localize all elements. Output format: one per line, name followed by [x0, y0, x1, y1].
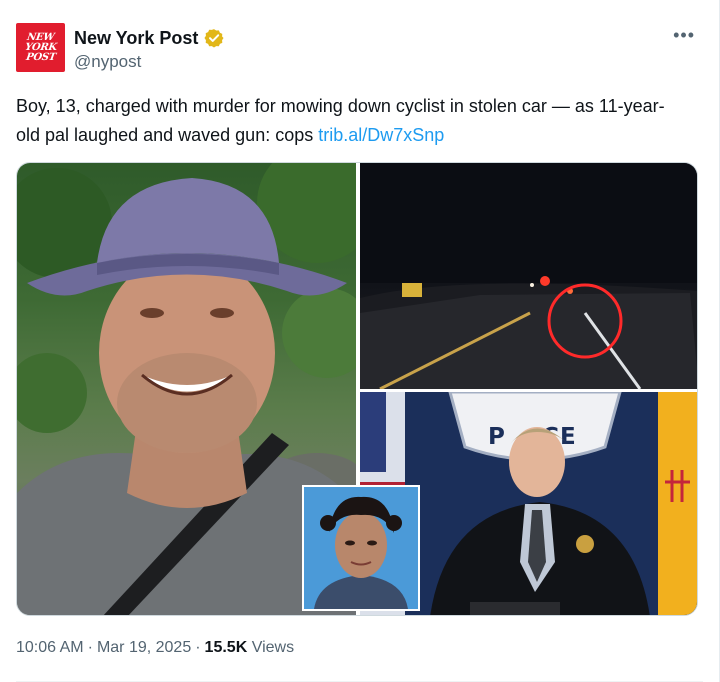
verified-badge-icon [204, 28, 224, 48]
separator: · [87, 639, 93, 656]
user-handle[interactable]: @nypost [74, 52, 141, 72]
display-name[interactable]: New York Post [74, 27, 198, 49]
views-label: Views [251, 639, 295, 656]
author-row: New York Post [74, 27, 224, 49]
more-icon[interactable]: ••• [673, 26, 695, 44]
svg-text:P: P [488, 424, 505, 450]
avatar[interactable]: NEW YORK POST [16, 23, 65, 72]
svg-text:E: E [560, 424, 576, 450]
tweet-time[interactable]: 10:06 AM [16, 639, 84, 656]
night-road-dashcam-photo[interactable] [360, 163, 697, 389]
tweet-meta: 10:06 AM · Mar 19, 2025 · 15.5K Views [16, 636, 294, 660]
separator: · [195, 639, 201, 656]
mugshot-inset-photo[interactable] [302, 485, 420, 611]
tweet-link[interactable]: trib.al/Dw7xSnp [318, 125, 444, 145]
avatar-line-3: POST [24, 52, 57, 63]
tweet-card: NEW YORK POST New York Post @nypost ••• … [0, 0, 720, 682]
views-count: 15.5K [204, 639, 248, 656]
media-grid[interactable]: P E C [16, 162, 698, 616]
tweet-date[interactable]: Mar 19, 2025 [97, 639, 191, 656]
tweet-text: Boy, 13, charged with murder for mowing … [16, 92, 676, 150]
